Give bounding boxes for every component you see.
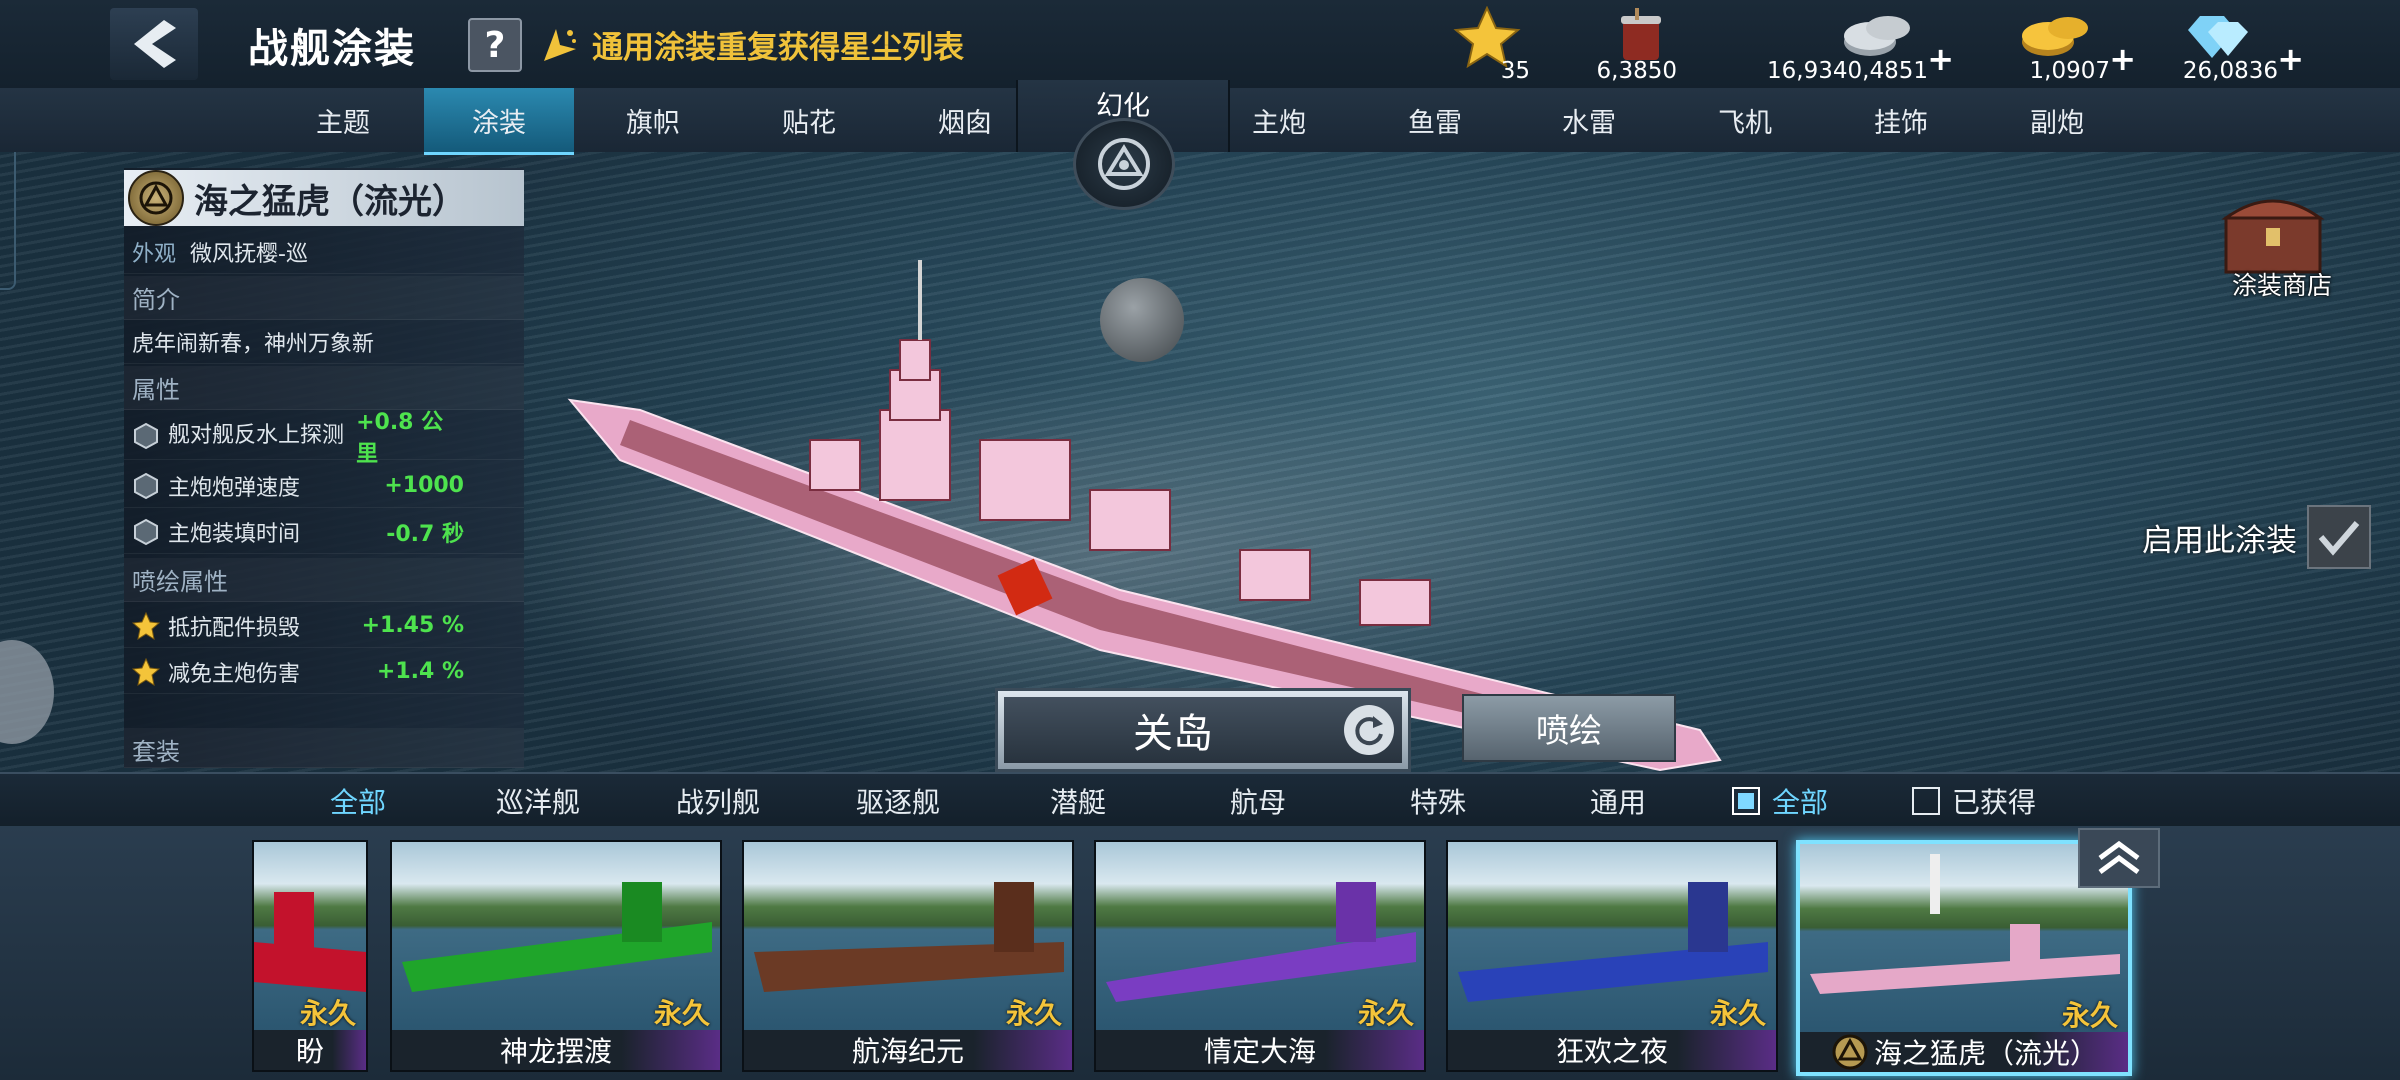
checkbox-obtained[interactable]: 已获得 <box>1912 774 2036 828</box>
set-heading: 套装 <box>124 728 524 768</box>
tab-mine[interactable]: 水雷 <box>1514 88 1664 152</box>
skin-card[interactable]: 永久 狂欢之夜 <box>1446 840 1778 1072</box>
attribute-hex-icon <box>134 422 158 449</box>
stardust-link-label: 通用涂装重复获得星尘列表 <box>592 30 964 66</box>
transform-button[interactable] <box>1073 118 1175 210</box>
transform-emblem-icon <box>1098 138 1150 190</box>
checkbox-all[interactable]: 全部 <box>1732 774 1828 828</box>
paint-shop-button[interactable]: 涂装商店 <box>2218 188 2350 300</box>
top-bar: 战舰涂装 ? 通用涂装重复获得星尘列表 35 6,3850 16,9340,48… <box>0 0 2400 90</box>
spray-paint-button[interactable]: 喷绘 <box>1462 694 1676 762</box>
paint-shop-label: 涂装商店 <box>2232 271 2333 300</box>
appearance-row: 外观 微风抚樱-巡 <box>124 230 524 274</box>
filter-general[interactable]: 通用 <box>1590 774 1646 828</box>
silver-coin-icon <box>1844 16 1910 56</box>
attributes-heading: 属性 <box>124 366 524 410</box>
enable-paint-checkbox[interactable] <box>2307 505 2371 569</box>
stardust-list-link[interactable]: 通用涂装重复获得星尘列表 <box>540 22 964 67</box>
attribute-row: 主炮装填时间 -0.7 秒 <box>124 510 524 554</box>
skin-card-list: 永久 盼 永久 神龙摆渡 永久 航海纪元 永久 情定大海 永久 狂欢之夜 永久 … <box>0 826 2400 1080</box>
add-diamond-button[interactable]: + <box>2277 40 2304 78</box>
filter-bar: 全部 巡洋舰 战列舰 驱逐舰 潜艇 航母 特殊 通用 全部 已获得 <box>0 772 2400 828</box>
filter-battleship[interactable]: 战列舰 <box>676 774 760 828</box>
attribute-row: 主炮炮弹速度 +1000 <box>124 464 524 508</box>
stardust-icon <box>544 28 576 61</box>
attribute-hex-icon <box>134 472 158 499</box>
tab-flag[interactable]: 旗帜 <box>578 88 728 152</box>
attribute-hex-icon <box>134 518 158 545</box>
resource-silver[interactable]: 16,9340,4851 + <box>1760 6 1954 86</box>
intro-heading: 简介 <box>124 276 524 320</box>
filter-destroyer[interactable]: 驱逐舰 <box>856 774 940 828</box>
filter-cruiser[interactable]: 巡洋舰 <box>496 774 580 828</box>
checkbox-all-box[interactable] <box>1732 787 1760 815</box>
filter-submarine[interactable]: 潜艇 <box>1050 774 1106 828</box>
gold-star-icon <box>132 657 160 686</box>
ship-name: 关岛 <box>1133 711 1213 757</box>
skin-name: 海之猛虎（流光） <box>194 181 466 222</box>
diamond-icon <box>2188 16 2248 58</box>
resource-paint: 6,3850 <box>1595 6 1677 86</box>
tab-ornament[interactable]: 挂饰 <box>1826 88 1976 152</box>
resource-diamond[interactable]: 26,0836 + <box>2166 6 2304 86</box>
checkbox-obtained-box[interactable] <box>1912 787 1940 815</box>
add-gold-button[interactable]: + <box>2109 40 2136 78</box>
filter-special[interactable]: 特殊 <box>1410 774 1466 828</box>
enable-paint-toggle[interactable]: 启用此涂装 <box>2142 505 2371 569</box>
skin-name-row: 海之猛虎（流光） <box>124 170 524 226</box>
tab-aircraft[interactable]: 飞机 <box>1670 88 1820 152</box>
skin-emblem-icon <box>1832 1034 1868 1070</box>
tab-torpedo[interactable]: 鱼雷 <box>1360 88 1510 152</box>
resource-gold[interactable]: 1,0907 + <box>2010 6 2136 86</box>
gold-coin-icon <box>2022 17 2088 56</box>
paint-bucket-icon <box>1621 8 1661 60</box>
enable-paint-label: 启用此涂装 <box>2142 522 2297 559</box>
intro-text: 虎年闹新春，神州万象新 <box>124 320 524 364</box>
paint-attributes-heading: 喷绘属性 <box>124 558 524 602</box>
resource-stars: 35 <box>1440 6 1530 86</box>
attribute-row: 舰对舰反水上探测 +0.8 公里 <box>124 410 524 467</box>
filter-all[interactable]: 全部 <box>330 774 386 828</box>
skin-emblem-icon <box>128 170 184 226</box>
collapse-panel-button[interactable] <box>2078 828 2160 888</box>
double-chevron-up-icon <box>2098 840 2140 875</box>
skin-card[interactable]: 永久 盼 <box>252 840 368 1072</box>
tab-theme[interactable]: 主题 <box>268 88 418 152</box>
paint-attribute-row: 减免主炮伤害 +1.4 % <box>124 650 524 694</box>
tab-decal[interactable]: 贴花 <box>734 88 884 152</box>
back-button[interactable] <box>110 8 198 80</box>
filter-carrier[interactable]: 航母 <box>1230 774 1286 828</box>
add-silver-button[interactable]: + <box>1927 40 1954 78</box>
ship-name-plate[interactable]: 关岛 <box>995 688 1411 772</box>
switch-ship-button[interactable] <box>1344 705 1394 755</box>
skin-card[interactable]: 永久 情定大海 <box>1094 840 1426 1072</box>
skin-info-panel: 海之猛虎（流光） 外观 微风抚樱-巡 简介 虎年闹新春，神州万象新 属性 舰对舰… <box>124 168 524 768</box>
skin-card[interactable]: 永久 神龙摆渡 <box>390 840 722 1072</box>
treasure-chest-icon <box>2221 199 2325 274</box>
refresh-icon <box>1355 716 1383 746</box>
paint-attribute-row: 抵抗配件损毁 +1.45 % <box>124 604 524 648</box>
tab-paint[interactable]: 涂装 <box>424 88 574 155</box>
page-title: 战舰涂装 <box>248 26 416 72</box>
checkmark-icon <box>2318 521 2360 556</box>
skin-card[interactable]: 永久 航海纪元 <box>742 840 1074 1072</box>
back-arrow-icon <box>134 20 176 68</box>
help-button[interactable]: ? <box>468 18 522 72</box>
gold-star-icon <box>132 611 160 640</box>
tab-secondary-gun[interactable]: 副炮 <box>1982 88 2132 152</box>
